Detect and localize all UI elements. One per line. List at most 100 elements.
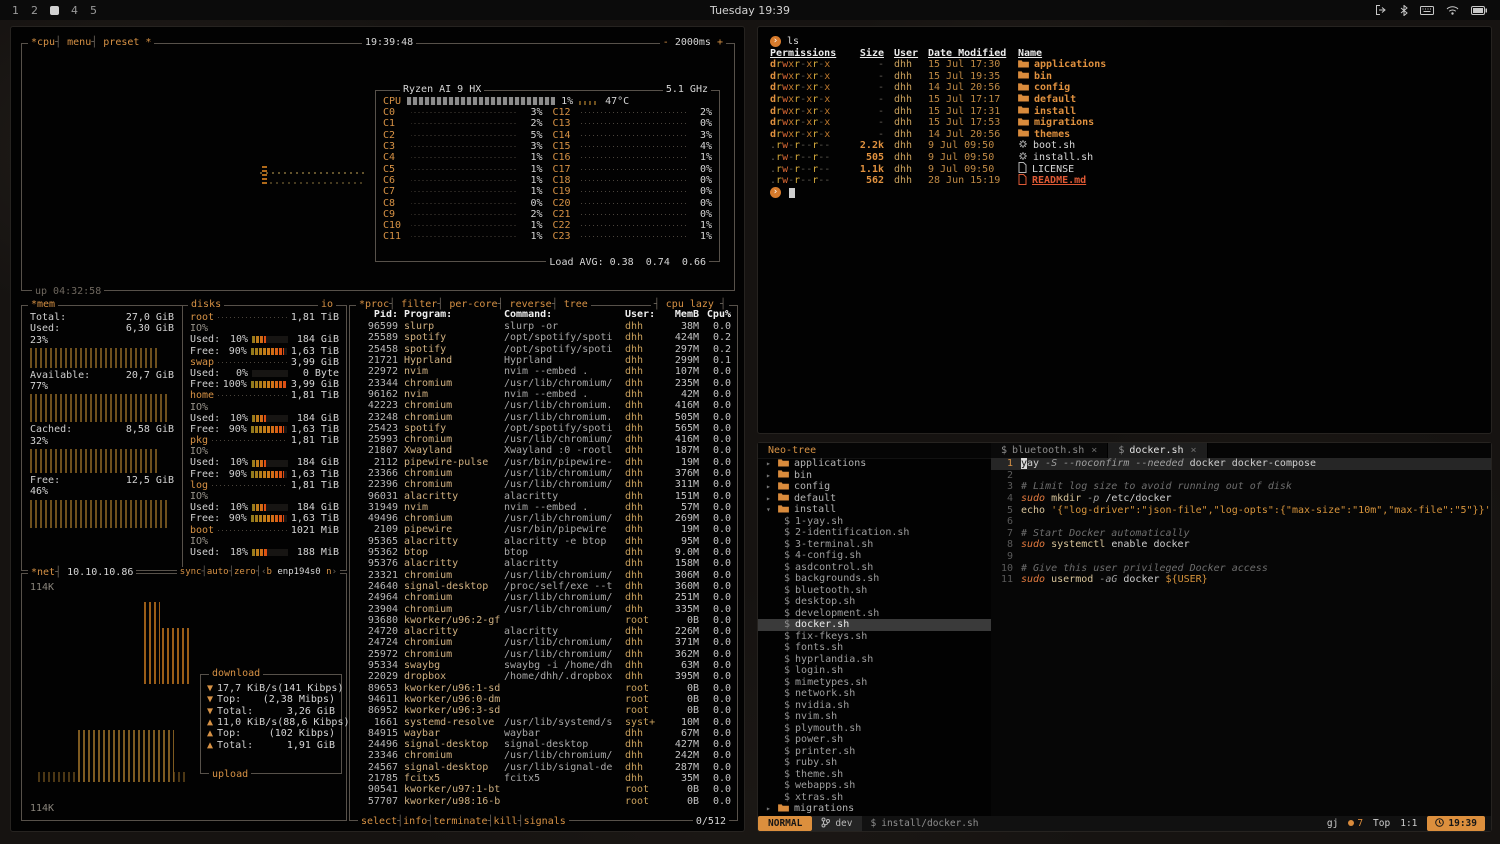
tree-item-config[interactable]: ▸config (758, 481, 991, 493)
process-row[interactable]: 2109pipewire/usr/bin/pipewiredhh19M0.0 (350, 524, 737, 535)
process-row[interactable]: 42223chromium/usr/lib/chromium.dhh416M0.… (350, 400, 737, 411)
tree-item-default[interactable]: ▸default (758, 493, 991, 505)
preset-button[interactable]: preset * (103, 37, 151, 48)
proc-header-pid[interactable]: Pid: (356, 309, 398, 320)
process-row[interactable]: 86952kworker/u96:3-sdroot0B0.0 (350, 705, 737, 716)
process-row[interactable]: 24496signal-desktopsignal-desktopdhh427M… (350, 739, 737, 750)
process-row[interactable]: 84915waybarwaybardhh67M0.0 (350, 728, 737, 739)
process-row[interactable]: 23344chromium/usr/lib/chromium/dhh235M0.… (350, 377, 737, 388)
process-row[interactable]: 49496chromium/usr/lib/chromium/dhh269M0.… (350, 513, 737, 524)
proc-action-select[interactable]: select (361, 816, 397, 827)
process-row[interactable]: 22396chromium/usr/lib/chromium/dhh311M0.… (350, 479, 737, 490)
editor-line-2[interactable]: 2 (991, 470, 1491, 482)
tree-item-2-identification.sh[interactable]: $2-identification.sh (758, 527, 991, 539)
tree-item-webapps.sh[interactable]: $webapps.sh (758, 780, 991, 792)
process-row[interactable]: 25423spotify/opt/spotify/spotidhh565M0.0 (350, 423, 737, 434)
tree-item-bin[interactable]: ▸bin (758, 470, 991, 482)
process-row[interactable]: 57707kworker/u98:16-broot0B0.0 (350, 795, 737, 805)
proc-action-terminate[interactable]: terminate (433, 816, 487, 827)
editor-line-9[interactable]: 9 (991, 551, 1491, 563)
editor-line-3[interactable]: 3# Limit log size to avoid running out o… (991, 481, 1491, 493)
tree-item-nvidia.sh[interactable]: $nvidia.sh (758, 700, 991, 712)
editor-area[interactable]: 1yay -S --noconfirm --needed docker dock… (991, 458, 1491, 816)
process-row[interactable]: 22972nvimnvim --embed .dhh107M0.0 (350, 366, 737, 377)
editor-line-6[interactable]: 6 (991, 516, 1491, 528)
process-row[interactable]: 94611kworker/u96:0-dmroot0B0.0 (350, 694, 737, 705)
process-row[interactable]: 24720alacrittyalacrittydhh226M0.0 (350, 626, 737, 637)
tree-item-plymouth.sh[interactable]: $plymouth.sh (758, 723, 991, 735)
process-row[interactable]: 21785fcitx5fcitx5dhh35M0.0 (350, 773, 737, 784)
tree-item-asdcontrol.sh[interactable]: $asdcontrol.sh (758, 562, 991, 574)
tree-item-hyprlandia.sh[interactable]: $hyprlandia.sh (758, 654, 991, 666)
tree-item-applications[interactable]: ▸applications (758, 458, 991, 470)
process-row[interactable]: 22029dropbox/home/dhh/.dropboxdhh395M0.0 (350, 671, 737, 682)
tree-toggle[interactable]: tree (564, 299, 588, 310)
tab-close-icon[interactable]: × (1091, 445, 1097, 456)
net-auto-toggle[interactable]: auto (207, 567, 229, 577)
menu-button[interactable]: menu (67, 37, 91, 48)
editor-line-8[interactable]: 8sudo systemctl enable docker (991, 539, 1491, 551)
process-row[interactable]: 23904chromium/usr/lib/chromium/dhh335M0.… (350, 603, 737, 614)
editor-line-7[interactable]: 7# Start Docker automatically (991, 528, 1491, 540)
process-row[interactable]: 1661systemd-resolve/usr/lib/systemd/ssys… (350, 716, 737, 727)
tree-item-mimetypes.sh[interactable]: $mimetypes.sh (758, 677, 991, 689)
process-row[interactable]: 96031alacrittyalacrittydhh151M0.0 (350, 490, 737, 501)
tree-item-power.sh[interactable]: $power.sh (758, 734, 991, 746)
editor-line-11[interactable]: 11sudo usermod -aG docker ${USER} (991, 574, 1491, 586)
tree-item-install[interactable]: ▾install (758, 504, 991, 516)
process-row[interactable]: 25458spotify/opt/spotify/spotidhh297M0.2 (350, 344, 737, 355)
process-row[interactable]: 23248chromium/usr/lib/chromium.dhh505M0.… (350, 411, 737, 422)
tree-item-4-config.sh[interactable]: $4-config.sh (758, 550, 991, 562)
interval-plus-button[interactable]: + (717, 37, 723, 48)
editor-line-5[interactable]: 5echo '{"log-driver":"json-file","log-op… (991, 504, 1491, 516)
proc-header-memb[interactable]: MemB (661, 309, 699, 320)
process-row[interactable]: 24964chromium/usr/lib/chromium/dhh251M0.… (350, 592, 737, 603)
per-core-toggle[interactable]: per-core (449, 299, 497, 310)
process-row[interactable]: 31949nvimnvim --embed .dhh57M0.0 (350, 502, 737, 513)
process-row[interactable]: 23366chromium/usr/lib/chromium/dhh376M0.… (350, 468, 737, 479)
wifi-icon[interactable] (1446, 5, 1459, 15)
process-row[interactable]: 21807XwaylandXwayland :0 -rootldhh187M0.… (350, 445, 737, 456)
process-row[interactable]: 95376alacrittyalacrittydhh158M0.0 (350, 558, 737, 569)
process-row[interactable]: 95365alacrittyalacritty -e btopdhh95M0.0 (350, 536, 737, 547)
process-row[interactable]: 21721HyprlandHyprlanddhh299M0.1 (350, 355, 737, 366)
process-row[interactable]: 93680kworker/u96:2-gfroot0B0.0 (350, 615, 737, 626)
tab-bluetooth.sh[interactable]: $bluetooth.sh× (991, 443, 1108, 458)
reverse-toggle[interactable]: reverse (510, 299, 552, 310)
tree-item-3-terminal.sh[interactable]: $3-terminal.sh (758, 539, 991, 551)
battery-icon[interactable] (1471, 6, 1488, 15)
logout-icon[interactable] (1376, 5, 1388, 15)
process-row[interactable]: 25589spotify/opt/spotify/spotidhh424M0.2 (350, 332, 737, 343)
process-row[interactable]: 23321chromium/usr/lib/chromium/dhh306M0.… (350, 570, 737, 581)
process-row[interactable]: 95362btopbtopdhh9.0M0.0 (350, 547, 737, 558)
process-row[interactable]: 24724chromium/usr/lib/chromium/dhh371M0.… (350, 637, 737, 648)
tab-close-icon[interactable]: × (1191, 445, 1197, 456)
tree-item-printer.sh[interactable]: $printer.sh (758, 746, 991, 758)
net-zero-toggle[interactable]: zero (234, 567, 256, 577)
tree-item-development.sh[interactable]: $development.sh (758, 608, 991, 620)
process-row[interactable]: 95334swaybgswaybg -i /home/dhdhh63M0.0 (350, 660, 737, 671)
tree-item-ruby.sh[interactable]: $ruby.sh (758, 757, 991, 769)
process-row[interactable]: 25993chromium/usr/lib/chromium/dhh416M0.… (350, 434, 737, 445)
editor-line-1[interactable]: 1yay -S --noconfirm --needed docker dock… (991, 458, 1491, 470)
filter-button[interactable]: filter (401, 299, 437, 310)
bluetooth-icon[interactable] (1400, 5, 1408, 16)
sort-column-selector[interactable]: cpu lazy (666, 299, 714, 310)
proc-header-program[interactable]: Program: (404, 309, 504, 320)
process-row[interactable]: 25972chromium/usr/lib/chromium/dhh362M0.… (350, 649, 737, 660)
tab-docker.sh[interactable]: $docker.sh× (1108, 443, 1207, 458)
process-row[interactable]: 24567signal-desktop/usr/lib/signal-dedhh… (350, 762, 737, 773)
proc-action-signals[interactable]: signals (524, 816, 566, 827)
net-sync-toggle[interactable]: sync (180, 567, 202, 577)
process-row[interactable]: 23346chromium/usr/lib/chromium/dhh242M0.… (350, 750, 737, 761)
tree-item-backgrounds.sh[interactable]: $backgrounds.sh (758, 573, 991, 585)
net-iface-prev-button[interactable]: b (267, 567, 272, 577)
tree-item-fix-fkeys.sh[interactable]: $fix-fkeys.sh (758, 631, 991, 643)
process-row[interactable]: 96599slurpslurp -ordhh38M0.0 (350, 321, 737, 332)
proc-header-user[interactable]: User: (625, 309, 661, 320)
prompt-line-empty[interactable]: › (770, 187, 1479, 199)
tree-item-nvim.sh[interactable]: $nvim.sh (758, 711, 991, 723)
proc-header-command[interactable]: Command: (504, 309, 625, 320)
process-row[interactable]: 90541kworker/u97:1-btroot0B0.0 (350, 784, 737, 795)
tree-item-bluetooth.sh[interactable]: $bluetooth.sh (758, 585, 991, 597)
